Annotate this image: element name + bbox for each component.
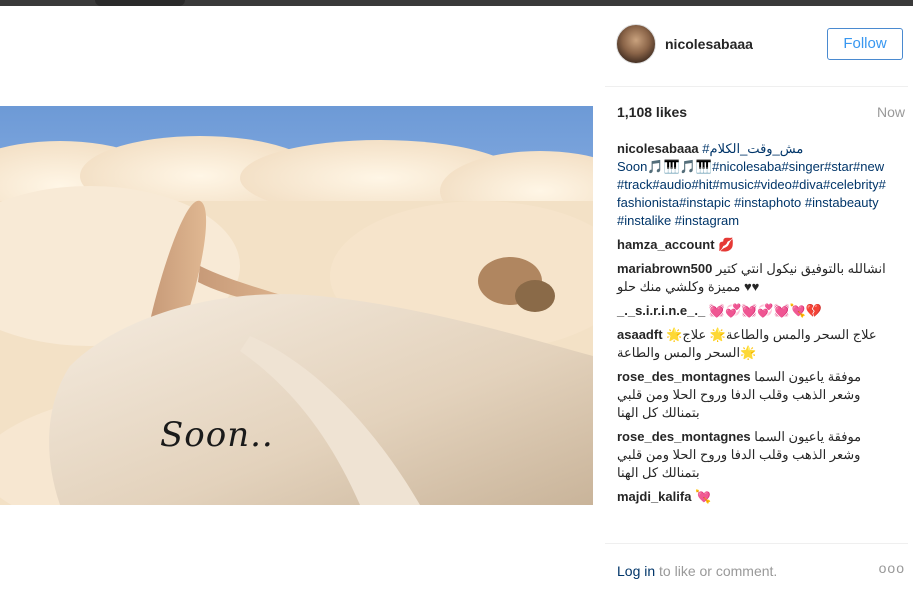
list-item: majdi_kalifa 💘: [617, 488, 889, 506]
hashtag[interactable]: #مش_وقت_الكلام: [702, 141, 803, 156]
comment-username[interactable]: hamza_account: [617, 237, 715, 252]
comment-username[interactable]: majdi_kalifa: [617, 489, 691, 504]
more-options-icon[interactable]: ooo: [879, 560, 905, 576]
login-prompt-text: to like or comment.: [655, 563, 778, 579]
list-item: hamza_account 💋: [617, 236, 889, 254]
login-prompt: Log in to like or comment.: [617, 563, 777, 579]
comment-text: 💋: [718, 237, 735, 252]
header-username[interactable]: nicolesabaaa: [665, 36, 753, 52]
comment-username[interactable]: _._s.i.r.i.n.e_._: [617, 303, 705, 318]
image-overlay-text: Soon..: [160, 415, 274, 455]
figure-hair: [515, 280, 555, 312]
caption-hashtags[interactable]: Soon🎵🎹🎵🎹#nicolesaba#singer#star#new#trac…: [617, 158, 889, 230]
follow-button[interactable]: Follow: [827, 28, 903, 60]
comment-username[interactable]: rose_des_montagnes: [617, 429, 751, 444]
comment-text: 💓💞💓💞💓💘💔: [708, 303, 823, 318]
avatar[interactable]: [616, 24, 656, 64]
list-item: rose_des_montagnes موفقة ياعيون السما وش…: [617, 428, 889, 482]
cloud-scene: [0, 136, 593, 505]
post-image[interactable]: [0, 106, 593, 505]
list-item: _._s.i.r.i.n.e_._ 💓💞💓💞💓💘💔: [617, 302, 889, 320]
login-link[interactable]: Log in: [617, 563, 655, 579]
divider: [605, 543, 908, 544]
divider: [605, 86, 908, 87]
comment-username[interactable]: asaadft: [617, 327, 663, 342]
list-item: mariabrown500 انشالله بالتوفيق نيكول انت…: [617, 260, 889, 296]
comment-text: 💘: [695, 489, 712, 504]
caption: nicolesabaaa #مش_وقت_الكلام Soon🎵🎹🎵🎹#nic…: [617, 140, 889, 230]
comment-username[interactable]: mariabrown500: [617, 261, 712, 276]
likes-count[interactable]: 1,108 likes: [617, 104, 687, 120]
list-item: asaadft علاج السحر والمس والطاعة🌟 علاج🌟 …: [617, 326, 889, 362]
post-time[interactable]: Now: [877, 104, 905, 120]
comment-username[interactable]: rose_des_montagnes: [617, 369, 751, 384]
list-item: rose_des_montagnes موفقة ياعيون السما وش…: [617, 368, 889, 422]
top-bar-avatar-edge: [95, 0, 185, 6]
comments-list: nicolesabaaa #مش_وقت_الكلام Soon🎵🎹🎵🎹#nic…: [617, 140, 889, 512]
post-header: nicolesabaaa Follow: [616, 24, 906, 66]
comment-username[interactable]: nicolesabaaa: [617, 141, 699, 156]
